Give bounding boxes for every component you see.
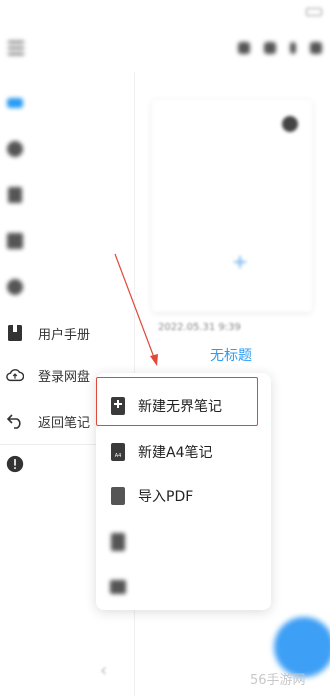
add-fab-button[interactable] <box>274 617 330 677</box>
menu-item-new-folder[interactable] <box>96 565 271 609</box>
gear-icon <box>6 140 24 158</box>
collapse-sidebar-icon[interactable]: ‹ <box>100 660 120 681</box>
menu-item-new-a4-note[interactable]: A4 新建A4笔记 <box>96 430 271 474</box>
menu-item-label: 新建A4笔记 <box>138 445 213 461</box>
pdf-icon <box>110 486 126 506</box>
menu-item-label: 导入PDF <box>138 489 194 505</box>
alert-icon <box>6 455 24 473</box>
a4-note-icon: A4 <box>110 442 126 462</box>
menu-item-import-pdf[interactable]: 导入PDF <box>96 474 271 518</box>
sidebar-item-preferences[interactable] <box>0 272 135 302</box>
menu-item-import-image[interactable] <box>96 520 271 564</box>
note-card[interactable] <box>152 100 312 312</box>
app-screen: 用户手册 登录网盘 返回笔记 2022.05.31 9:39 无标题 新建无界笔… <box>0 0 330 696</box>
note-date: 2022.05.31 9:39 <box>158 322 241 333</box>
blue-tab-icon <box>6 94 24 112</box>
sidebar-item-label: 返回笔记 <box>38 415 91 431</box>
status-bar <box>0 0 330 24</box>
more-icon[interactable] <box>290 42 296 54</box>
gear-icon[interactable] <box>282 116 298 132</box>
folder-icon <box>110 577 126 597</box>
search-icon[interactable] <box>310 42 322 54</box>
menu-toggle-icon[interactable] <box>8 37 30 59</box>
sidebar-item-templates[interactable] <box>0 226 135 256</box>
gear-icon <box>6 278 24 296</box>
top-toolbar <box>0 28 330 68</box>
status-right <box>300 8 322 16</box>
sidebar-item-label: 登录网盘 <box>38 369 91 385</box>
battery-icon <box>306 8 322 16</box>
sidebar-item-settings[interactable] <box>0 134 135 164</box>
grid-icon <box>6 232 24 250</box>
note-title[interactable]: 无标题 <box>210 345 252 365</box>
back-icon <box>6 412 24 430</box>
image-icon <box>110 532 126 552</box>
cloud-icon <box>6 366 24 384</box>
doc-icon <box>6 186 24 204</box>
highlight-box <box>96 377 258 426</box>
settings-icon[interactable] <box>238 42 250 54</box>
sidebar-item-label: 用户手册 <box>38 327 91 343</box>
watermark: 56手游网 <box>250 673 306 688</box>
plus-icon <box>234 256 246 268</box>
toolbar-actions <box>238 42 322 54</box>
book-icon <box>6 324 24 342</box>
sidebar-item-all-notes[interactable] <box>0 88 135 118</box>
sidebar-item-docs[interactable] <box>0 180 135 210</box>
filter-icon[interactable] <box>264 42 276 54</box>
sidebar-item-user-manual[interactable]: 用户手册 <box>0 318 135 348</box>
a4-icon-text: A4 <box>114 453 122 459</box>
